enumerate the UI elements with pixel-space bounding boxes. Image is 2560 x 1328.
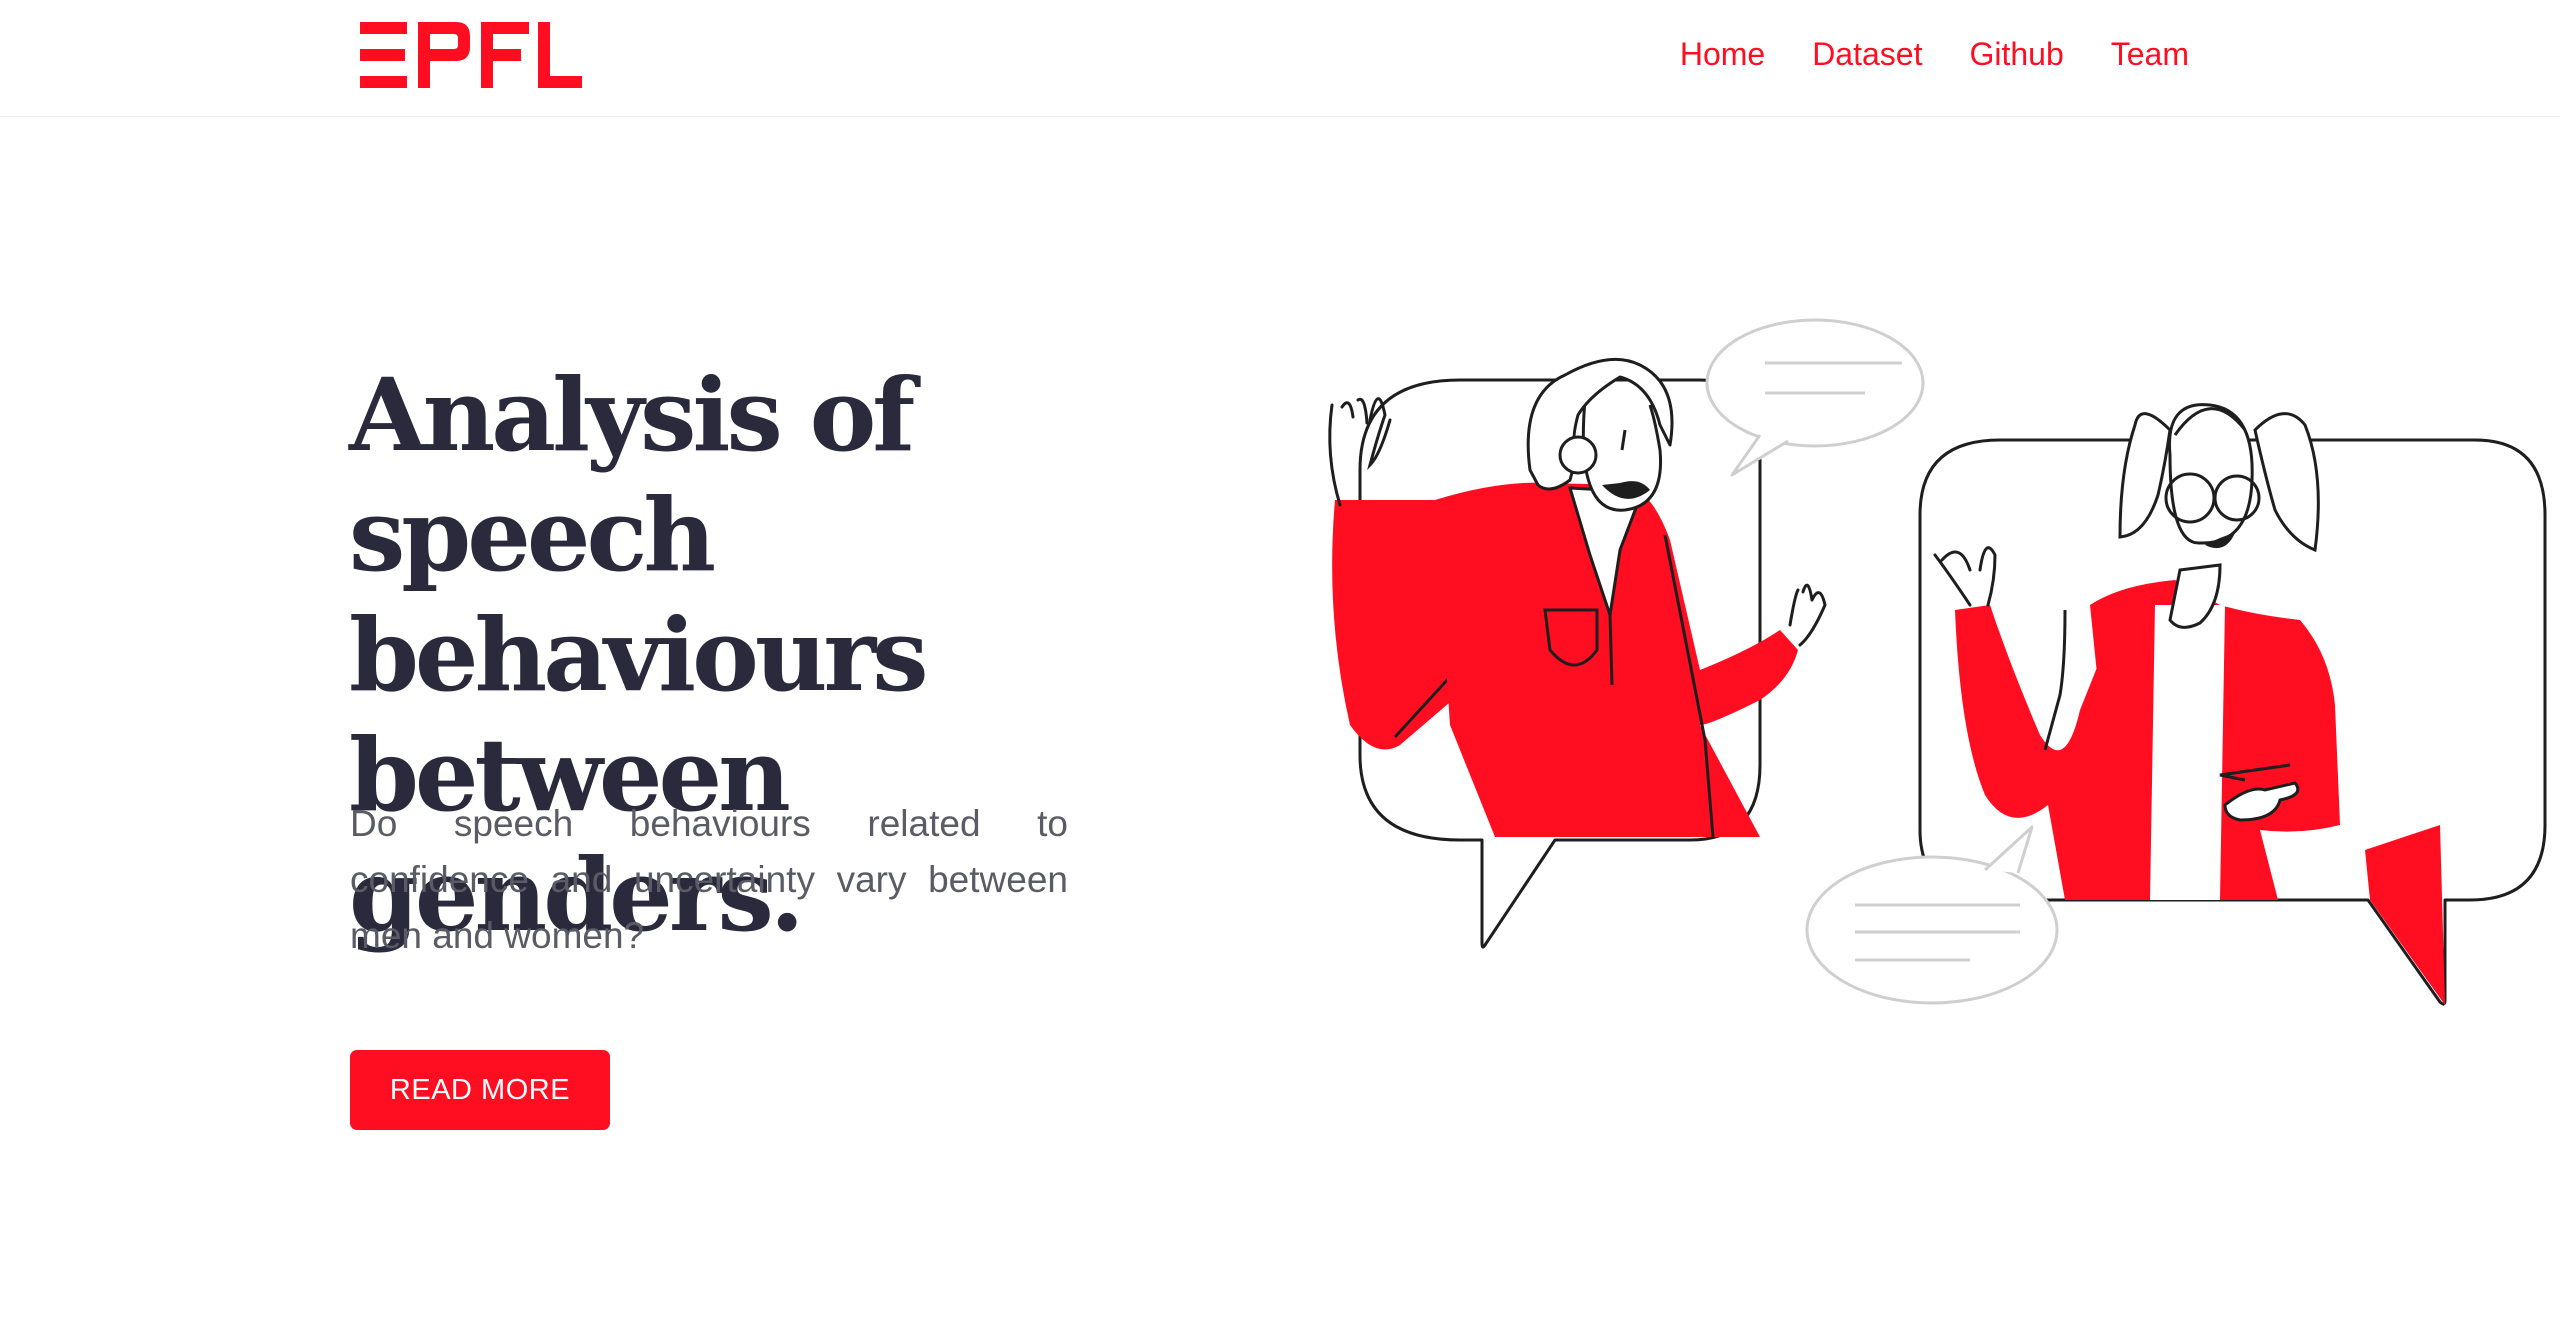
nav-link-home[interactable]: Home	[1680, 32, 1765, 76]
conversation-illustration	[1328, 318, 2547, 1006]
epfl-logo[interactable]	[360, 22, 582, 88]
nav-link-github[interactable]: Github	[1969, 32, 2063, 76]
read-more-button[interactable]: READ MORE	[350, 1050, 610, 1130]
hero-description: Do speech behaviours related to confiden…	[350, 803, 1068, 956]
site-header: Home Dataset Github Team	[0, 0, 2560, 117]
nav-link-team[interactable]: Team	[2111, 32, 2189, 76]
page: Home Dataset Github Team Analysis of spe…	[0, 0, 2560, 1328]
nav-link-dataset[interactable]: Dataset	[1812, 32, 1922, 76]
main-nav: Home Dataset Github Team	[1680, 32, 2189, 76]
